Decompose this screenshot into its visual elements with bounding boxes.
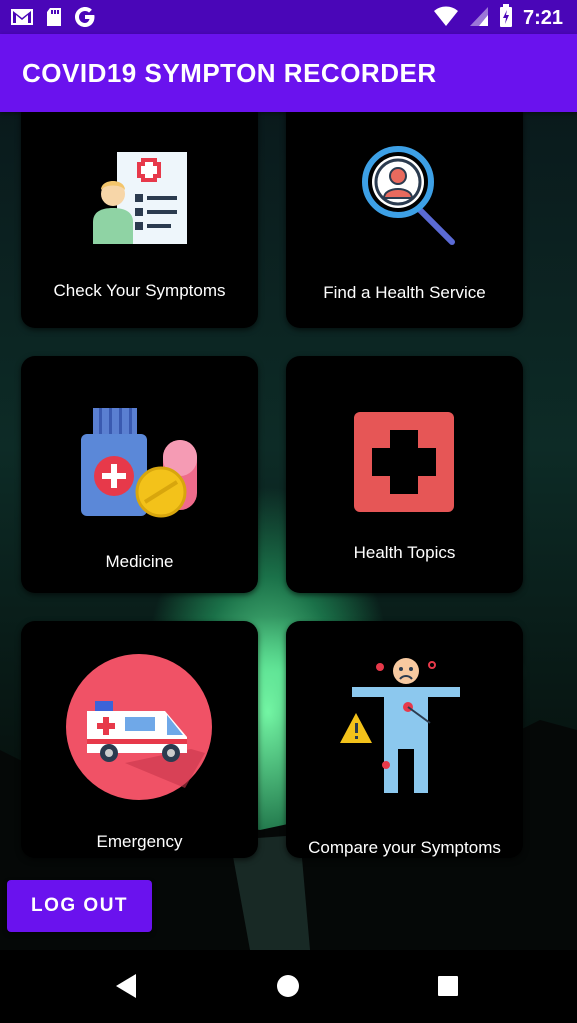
status-bar: 7:21 (0, 0, 577, 34)
tile-health-topics[interactable]: Health Topics (286, 356, 523, 593)
wifi-icon (433, 5, 459, 32)
navigation-bar (0, 950, 577, 1023)
sick-person-icon (340, 658, 460, 793)
tile-medicine[interactable]: Medicine (21, 356, 258, 593)
signal-icon (469, 5, 489, 32)
tile-label: Emergency (96, 832, 183, 851)
logout-button[interactable]: LOG OUT (7, 880, 152, 932)
gmail-icon (10, 7, 34, 32)
search-person-icon (362, 146, 455, 245)
tile-compare-symptoms[interactable]: Compare your Symptoms (286, 621, 523, 858)
tile-label: Health Topics (353, 543, 456, 562)
app-title: COVID19 SYMPTON RECORDER (22, 58, 437, 88)
back-icon[interactable] (114, 972, 138, 1005)
tile-label: Medicine (105, 552, 174, 571)
tile-find-health-service[interactable]: Find a Health Service (286, 100, 523, 328)
app-bar: COVID19 SYMPTON RECORDER (0, 34, 577, 112)
status-time: 7:21 (522, 7, 563, 29)
google-icon (74, 6, 96, 33)
tile-emergency[interactable]: Emergency (21, 621, 258, 858)
medicine-bottle-icon (81, 408, 197, 518)
home-icon[interactable] (275, 972, 301, 1005)
recents-icon[interactable] (436, 972, 460, 1005)
tile-label: Compare your Symptoms (308, 838, 501, 857)
tile-label: Find a Health Service (323, 283, 486, 302)
red-cross-icon (354, 412, 454, 512)
sd-card-icon (46, 7, 62, 32)
battery-charging-icon (499, 4, 513, 33)
doctor-checklist-icon (93, 152, 187, 244)
ambulance-icon (66, 654, 212, 800)
tile-label: Check Your Symptoms (53, 281, 226, 300)
tile-check-symptoms[interactable]: Check Your Symptoms (21, 100, 258, 328)
